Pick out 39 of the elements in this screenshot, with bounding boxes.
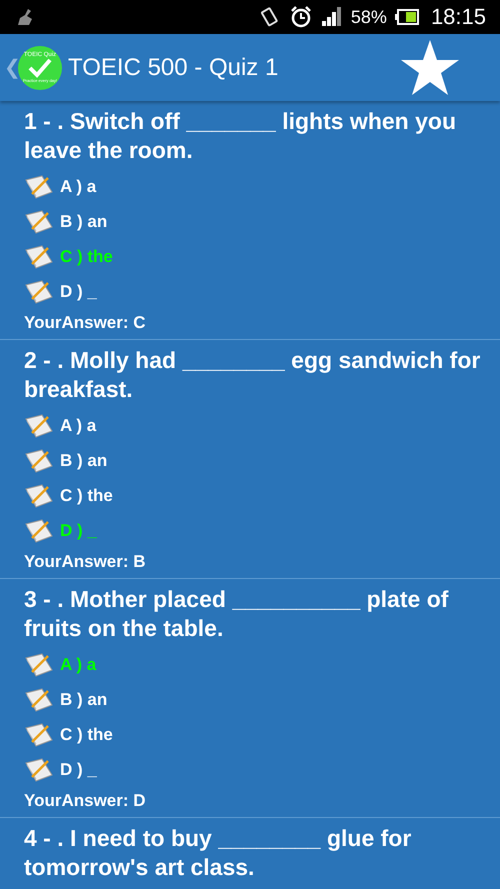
screen-title: TOEIC 500 - Quiz 1: [68, 54, 280, 82]
notepad-pencil-icon: [24, 652, 54, 678]
your-answer: YourAnswer: B: [24, 552, 147, 572]
star-icon[interactable]: [400, 38, 460, 96]
answer-option[interactable]: A ) a: [60, 654, 96, 674]
notepad-pencil-icon: [24, 722, 54, 748]
answer-option[interactable]: A ) a: [60, 176, 96, 196]
answer-option[interactable]: B ) an: [60, 212, 108, 232]
notepad-pencil-icon: [24, 244, 54, 270]
notepad-pencil-icon: [24, 174, 54, 200]
answer-option[interactable]: D ) _: [60, 520, 97, 540]
alarm-icon: [288, 5, 313, 29]
notepad-pencil-icon: [24, 518, 54, 544]
answer-option[interactable]: D ) _: [60, 760, 97, 780]
answer-option[interactable]: C ) the: [60, 724, 113, 744]
notepad-pencil-icon: [24, 686, 54, 712]
question-text: 1 - . Switch off _______ lights when you leave the room.: [24, 107, 457, 165]
notepad-pencil-icon: [24, 756, 54, 782]
answer-option[interactable]: A ) a: [60, 416, 96, 436]
your-answer: YourAnswer: C: [24, 313, 147, 333]
question-text: 2 - . Molly had ________ egg sandwich for breakfast.: [24, 346, 482, 404]
answer-option[interactable]: D ) _: [60, 282, 97, 302]
answer-option[interactable]: B ) an: [60, 690, 108, 710]
signal-icon: [320, 7, 343, 27]
notepad-pencil-icon: [24, 412, 54, 438]
question-text: 4 - . I need to buy ________ glue for tomorrow's art class.: [24, 824, 412, 882]
battery-icon: [394, 9, 419, 25]
notepad-pencil-icon: [24, 278, 54, 304]
question-text: 3 - . Mother placed __________ plate of fruits on the table.: [24, 585, 450, 643]
battery-percent: 58%: [350, 6, 387, 28]
answer-option[interactable]: C ) the: [60, 486, 113, 506]
answer-option[interactable]: B ) an: [60, 450, 108, 470]
answer-option[interactable]: C ) the: [60, 246, 113, 266]
your-answer: YourAnswer: D: [24, 791, 147, 811]
notepad-pencil-icon: [24, 208, 54, 234]
checkmark-icon: [28, 58, 52, 78]
notepad-pencil-icon: [24, 482, 54, 508]
clock-time: 18:15: [430, 4, 486, 30]
notepad-pencil-icon: [24, 448, 54, 474]
